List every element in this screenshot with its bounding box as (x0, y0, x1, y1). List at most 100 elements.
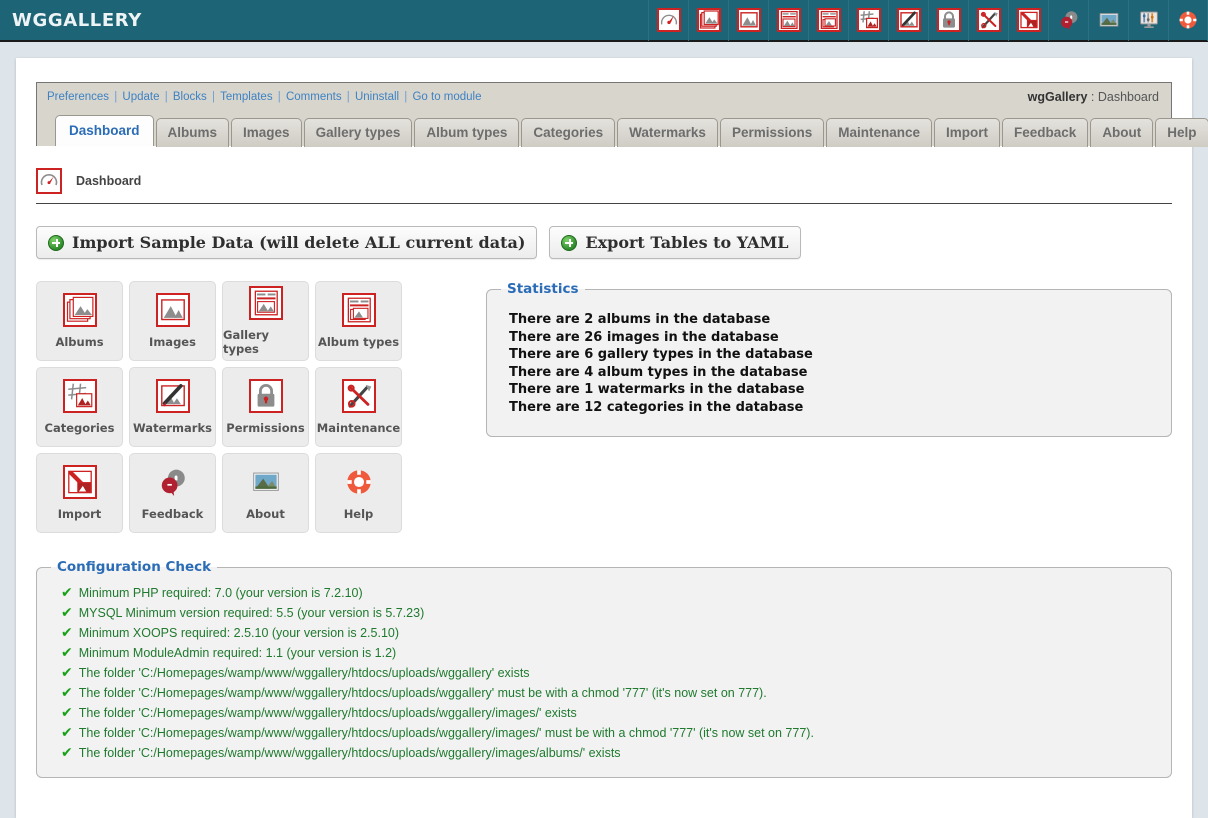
tile-feedback[interactable]: Feedback (129, 453, 216, 533)
help-icon (342, 465, 376, 499)
header-feedback-icon[interactable] (1048, 0, 1088, 41)
module-tabs: Dashboard Albums Images Gallery types Album … (47, 105, 1208, 147)
header-watermarks-icon[interactable] (888, 0, 928, 41)
tab-permissions[interactable]: Permissions (719, 118, 825, 147)
add-green-icon (48, 234, 64, 251)
configuration-check-line: ✔ The folder 'C:/Homepages/wamp/www/wggal… (51, 683, 1157, 703)
admin-link-comments[interactable]: Comments (286, 91, 342, 103)
check-ok-icon: ✔ (61, 625, 73, 641)
header-albums-icon[interactable] (688, 0, 728, 41)
gallery-types-icon (776, 8, 801, 32)
tab-albums[interactable]: Albums (155, 118, 230, 147)
configuration-check-text: The folder 'C:/Homepages/wamp/www/wggall… (78, 746, 621, 760)
header-import-icon[interactable] (1008, 0, 1048, 41)
tab-maintenance[interactable]: Maintenance (826, 118, 933, 147)
configuration-check-text: Minimum ModuleAdmin required: 1.1 (your … (78, 646, 397, 660)
configuration-check-lines: ✔ Minimum PHP required: 7.0 (your version… (51, 583, 1157, 763)
check-ok-icon: ✔ (61, 745, 73, 761)
dashboard-icon (656, 8, 681, 32)
tile-help[interactable]: Help (315, 453, 402, 533)
header-system-info-icon[interactable] (1128, 0, 1168, 41)
about-icon (249, 465, 283, 499)
tab-categories[interactable]: Categories (521, 118, 616, 147)
categories-icon (856, 8, 881, 32)
tile-label: About (246, 507, 285, 521)
tab-about[interactable]: About (1090, 118, 1154, 147)
maintenance-icon (976, 8, 1001, 32)
tile-maintenance[interactable]: Maintenance (315, 367, 402, 447)
header-permissions-icon[interactable] (928, 0, 968, 41)
statistics-legend: Statistics (507, 281, 579, 297)
admin-link-separator: | (161, 91, 171, 103)
tile-import[interactable]: Import (36, 453, 123, 533)
tab-gallery-types[interactable]: Gallery types (303, 118, 413, 147)
header-album-types-icon[interactable] (808, 0, 848, 41)
configuration-check-line: ✔ Minimum XOOPS required: 2.5.10 (your ve… (51, 623, 1157, 643)
configuration-check-text: Minimum PHP required: 7.0 (your version … (78, 586, 363, 600)
configuration-check-text: Minimum XOOPS required: 2.5.10 (your ver… (78, 626, 400, 640)
app-header: WGGALLERY (0, 0, 1208, 42)
tab-import[interactable]: Import (934, 118, 1001, 147)
admin-link-blocks[interactable]: Blocks (173, 91, 207, 103)
tile-categories[interactable]: Categories (36, 367, 123, 447)
tile-label: Feedback (141, 507, 204, 521)
tile-label: Maintenance (316, 421, 401, 435)
tab-dashboard[interactable]: Dashboard (55, 115, 154, 146)
admin-link-separator: | (208, 91, 219, 103)
tile-label: Gallery types (223, 328, 270, 356)
action-button-row: Import Sample Data (will delete ALL curr… (36, 226, 1172, 259)
header-categories-icon[interactable] (848, 0, 888, 41)
module-admin-links: Preferences | Update | Blocks | Template… (47, 89, 1161, 105)
tile-gallery-types[interactable]: Gallery types (222, 281, 309, 361)
tab-help[interactable]: Help (1155, 118, 1208, 147)
tile-about[interactable]: About (222, 453, 309, 533)
feedback-icon (1057, 8, 1081, 32)
statistics-lines: There are 2 albums in the database There … (501, 311, 1157, 416)
header-dashboard-icon[interactable] (648, 0, 688, 41)
header-about-icon[interactable] (1088, 0, 1128, 41)
admin-link-templates[interactable]: Templates (220, 91, 272, 103)
add-green-icon (561, 234, 578, 251)
tile-watermarks[interactable]: Watermarks (129, 367, 216, 447)
tile-label: Albums (55, 335, 104, 349)
check-ok-icon: ✔ (61, 645, 73, 661)
tab-watermarks[interactable]: Watermarks (617, 118, 718, 147)
statistics-line: There are 26 images in the database (509, 329, 779, 345)
import-sample-data-button[interactable]: Import Sample Data (will delete ALL curr… (36, 226, 538, 259)
tab-album-types[interactable]: Album types (414, 118, 520, 147)
admin-link-preferences[interactable]: Preferences (47, 91, 109, 103)
albums-icon (696, 8, 721, 32)
tile-albums[interactable]: Albums (36, 281, 123, 361)
albums-icon (62, 293, 97, 327)
header-gallery-types-icon[interactable] (768, 0, 808, 41)
shortcut-tile-grid: Albums Images Gallery types Album types Cate… (36, 281, 408, 533)
categories-icon (62, 379, 97, 413)
tile-permissions[interactable]: Permissions (222, 367, 309, 447)
configuration-check-panel: Configuration Check ✔ Minimum PHP require… (36, 559, 1172, 778)
tab-images[interactable]: Images (231, 118, 302, 147)
tile-album-types[interactable]: Album types (315, 281, 402, 361)
export-tables-yaml-button[interactable]: Export Tables to YAML (549, 226, 801, 259)
breadcrumb-separator: : (1087, 90, 1098, 104)
admin-link-uninstall[interactable]: Uninstall (355, 91, 399, 103)
permissions-icon (248, 379, 283, 413)
page-card: Preferences | Update | Blocks | Template… (16, 58, 1208, 818)
admin-link-update[interactable]: Update (122, 91, 159, 103)
header-help-icon[interactable] (1168, 0, 1208, 41)
section-header: Dashboard (36, 158, 1172, 204)
action-label: Export Tables to YAML (585, 233, 789, 252)
dashboard-icon (36, 168, 62, 194)
configuration-check-line: ✔ The folder 'C:/Homepages/wamp/www/wggal… (51, 723, 1157, 743)
header-images-icon[interactable] (728, 0, 768, 41)
header-icon-bar (648, 0, 1208, 41)
tile-label: Images (149, 335, 196, 349)
about-icon (1097, 8, 1121, 32)
tab-feedback[interactable]: Feedback (1002, 118, 1089, 147)
tile-images[interactable]: Images (129, 281, 216, 361)
configuration-check-legend: Configuration Check (57, 559, 212, 575)
page-inner: Preferences | Update | Blocks | Template… (36, 82, 1208, 778)
statistics-line: There are 6 gallery types in the databas… (509, 347, 813, 362)
admin-link-go-to-module[interactable]: Go to module (412, 91, 481, 103)
permissions-icon (936, 8, 961, 32)
header-maintenance-icon[interactable] (968, 0, 1008, 41)
